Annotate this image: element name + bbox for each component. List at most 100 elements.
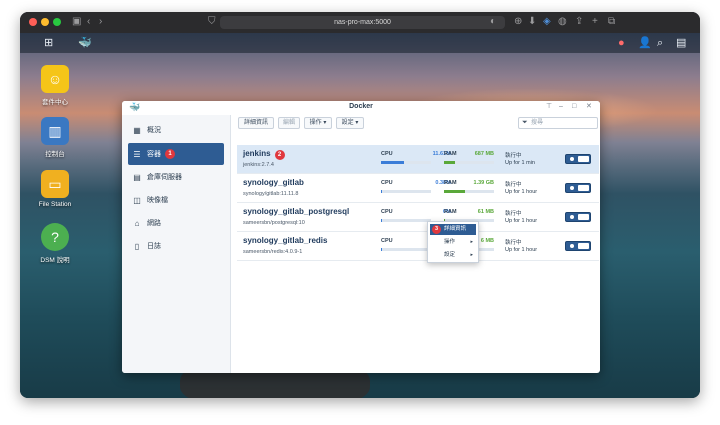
extension2-icon[interactable]: ◍ (558, 16, 567, 28)
container-toggle[interactable] (565, 183, 591, 193)
ram-usage-bar (444, 190, 494, 193)
container-uptime: Up for 1 min (505, 160, 535, 166)
window-title: Docker (349, 103, 373, 110)
docker-taskbar-icon[interactable]: 🐳 (78, 36, 92, 50)
main-menu-icon[interactable]: ⊞ (44, 36, 53, 50)
sidebar-item-log[interactable]: ▯ 日誌 (128, 235, 224, 257)
container-status: 執行中 (505, 182, 522, 188)
container-image: jenkins:2.7.4 (243, 162, 274, 168)
user-icon[interactable]: 👤 (638, 36, 652, 50)
cpu-usage-bar (381, 219, 431, 222)
cpu-label: CPU (381, 238, 393, 244)
container-toggle[interactable] (565, 154, 591, 164)
window-titlebar[interactable]: 🐳 Docker ⊤ – □ ✕ (122, 101, 600, 115)
dsm-help-shortcut[interactable]: ? DSM 說明 (30, 223, 80, 264)
sidebar-item-network[interactable]: ⌂ 網路 (128, 212, 224, 234)
maximize-icon[interactable]: □ (572, 103, 576, 111)
shortcut-label: DSM 說明 (40, 257, 70, 264)
container-row[interactable]: synology_gitlab_redis sameersbn/redis:4.0… (237, 232, 599, 261)
log-icon: ▯ (134, 241, 140, 251)
edit-button[interactable]: 編輯 (278, 117, 300, 129)
fullscreen-window-button[interactable] (53, 18, 61, 26)
sidebar-toggle-icon[interactable]: ▣ (72, 16, 81, 28)
widgets-icon[interactable]: ▤ (676, 36, 686, 50)
folder-icon: ▭ (41, 170, 69, 198)
shortcut-label: 套件中心 (42, 99, 68, 106)
toggle-knob (578, 243, 589, 249)
container-row[interactable]: synology_gitlab synology/gitlab:11.11.8 CP… (237, 174, 599, 203)
ram-value: 687 MB (474, 151, 494, 157)
control-panel-shortcut[interactable]: ▥ 控制台 (30, 117, 80, 158)
context-menu-item-action[interactable]: 操作 ▸ (430, 237, 476, 248)
sidebar-item-container[interactable]: ☰ 容器 1 (128, 143, 224, 165)
reader-icon[interactable]: ◐ (490, 16, 496, 28)
tabs-overview-icon[interactable]: ⧉ (608, 16, 615, 28)
extension-icon[interactable]: ⊕ (514, 16, 522, 28)
toggle-knob (578, 185, 589, 191)
search-placeholder: 搜尋 (531, 120, 544, 126)
search-icon[interactable]: ⌕ (657, 36, 663, 50)
search-input[interactable]: ⏷ 搜尋 (518, 117, 598, 129)
step-badge: 1 (165, 149, 175, 159)
container-toggle[interactable] (565, 241, 591, 251)
menu-item-label: 詳細資訊 (444, 226, 467, 232)
overview-icon: ▦ (133, 125, 141, 135)
toggle-knob (578, 156, 589, 162)
sidebar-item-label: 概況 (147, 127, 161, 134)
sidebar-item-overview[interactable]: ▦ 概況 (128, 119, 224, 141)
sidebar-item-registry[interactable]: ▤ 倉庫伺服器 (128, 166, 224, 188)
bitwarden-icon[interactable]: ◈ (543, 16, 551, 28)
docker-sidebar: ▦ 概況 ☰ 容器 1 ▤ 倉庫伺服器 ◫ 映像檔 ⌂ 網路 ▯ 日誌 (122, 115, 231, 373)
pin-icon[interactable]: ⊤ (546, 103, 552, 111)
minimize-icon[interactable]: – (559, 103, 563, 111)
shortcut-label: 控制台 (45, 151, 65, 158)
package-center-shortcut[interactable]: ☺ 套件中心 (30, 65, 80, 106)
dsm-desktop: ⊞ 🐳 ● 👤 ⌕ ▤ ☺ 套件中心 ▥ 控制台 ▭ File Station … (20, 33, 700, 398)
new-tab-icon[interactable]: + (592, 16, 598, 28)
docker-window: 🐳 Docker ⊤ – □ ✕ ▦ 概況 ☰ 容器 1 ▤ 倉庫伺服器 ◫ 映… (122, 101, 600, 373)
submenu-arrow-icon: ▸ (470, 239, 473, 245)
notifications-icon[interactable]: ● (618, 36, 625, 50)
image-icon: ◫ (133, 195, 141, 205)
file-station-shortcut[interactable]: ▭ File Station (30, 170, 80, 208)
container-uptime: Up for 1 hour (505, 189, 538, 195)
toggle-dot-icon (570, 157, 574, 161)
back-icon[interactable]: ‹ (87, 16, 90, 28)
toggle-knob (578, 214, 589, 220)
details-button[interactable]: 詳細資訊 (238, 117, 274, 129)
cpu-label: CPU (381, 180, 393, 186)
settings-button[interactable]: 設定 ▾ (336, 117, 364, 129)
container-status: 執行中 (505, 211, 522, 217)
step-badge: 3 (432, 225, 441, 234)
container-toggle[interactable] (565, 212, 591, 222)
container-image: sameersbn/postgresql:10 (243, 220, 305, 226)
sidebar-item-image[interactable]: ◫ 映像檔 (128, 189, 224, 211)
container-name-text: synology_gitlab_redis (243, 236, 328, 245)
context-menu-item-settings[interactable]: 設定 ▸ (430, 250, 476, 261)
ram-usage-bar (444, 161, 494, 164)
step-badge: 2 (274, 150, 285, 160)
sidebar-item-label: 倉庫伺服器 (147, 174, 182, 181)
forward-icon[interactable]: › (99, 16, 102, 28)
minimize-window-button[interactable] (41, 18, 49, 26)
address-bar[interactable]: nas-pro-max:5000 (220, 16, 505, 29)
container-name-text: synology_gitlab (243, 178, 304, 187)
close-icon[interactable]: ✕ (586, 103, 592, 111)
ram-usage-fill (444, 161, 455, 164)
context-menu-item-details[interactable]: 3 詳細資訊 (430, 224, 476, 235)
cpu-usage-bar (381, 190, 431, 193)
shield-icon[interactable]: ⛉ (208, 16, 216, 28)
download-icon[interactable]: ⬇ (528, 16, 536, 28)
share-icon[interactable]: ⇪ (575, 16, 583, 28)
container-status: 執行中 (505, 240, 522, 246)
submenu-arrow-icon: ▸ (470, 252, 473, 258)
close-window-button[interactable] (29, 18, 37, 26)
action-button[interactable]: 操作 ▾ (304, 117, 332, 129)
container-name: synology_gitlab (243, 178, 304, 187)
help-icon: ? (41, 223, 69, 251)
cpu-usage-fill (381, 219, 382, 222)
container-row[interactable]: jenkins 2 jenkins:2.7.4 CPU 11.61% RAM 687 MB 執… (237, 145, 599, 174)
menu-item-label: 設定 (444, 252, 456, 258)
container-row[interactable]: synology_gitlab_postgresql sameersbn/post… (237, 203, 599, 232)
browser-toolbar: ▣ ‹ › ⛉ nas-pro-max:5000 ◐ ⊕ ⬇ ◈ ◍ ⇪ + ⧉ (20, 12, 700, 33)
